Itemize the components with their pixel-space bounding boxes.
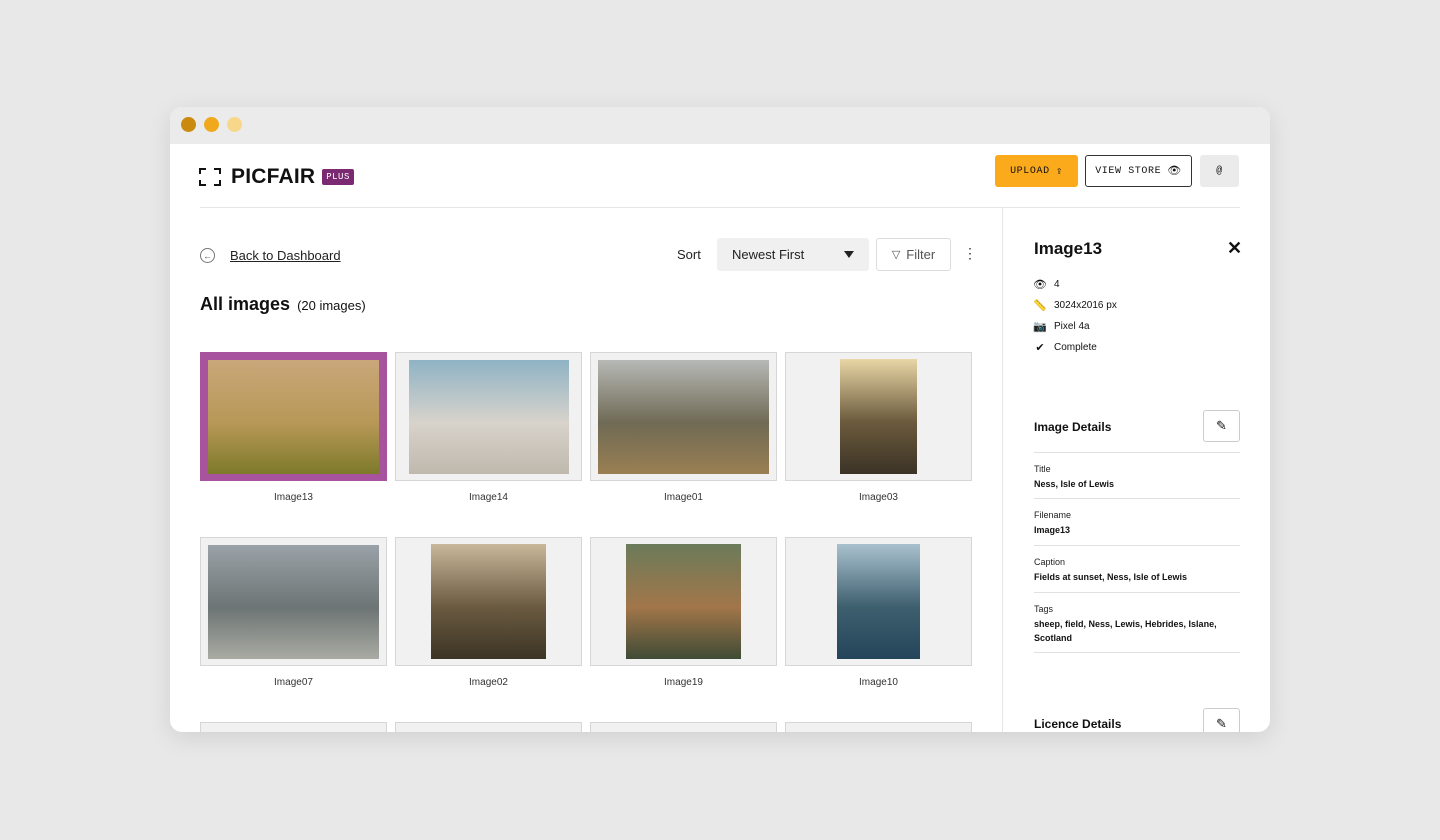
close-icon[interactable]: ✕ bbox=[1227, 238, 1242, 259]
back-link-label: Back to Dashboard bbox=[230, 248, 341, 263]
field-label: Title bbox=[1034, 464, 1051, 474]
window-minimize-dot[interactable] bbox=[204, 117, 219, 132]
edit-licence-details-button[interactable]: ✎ bbox=[1203, 708, 1240, 732]
image-card[interactable] bbox=[785, 722, 972, 732]
image-thumbnail bbox=[598, 360, 769, 474]
image-card[interactable] bbox=[395, 352, 582, 481]
field-label: Tags bbox=[1034, 604, 1054, 614]
image-thumbnail bbox=[837, 544, 920, 659]
field-filename: Filename Image13 bbox=[1034, 498, 1240, 537]
app-window: PICFAIR PLUS UPLOAD ⇪ VIEW STORE 👁 @ ← B… bbox=[170, 107, 1270, 732]
back-to-dashboard[interactable]: ← Back to Dashboard bbox=[200, 248, 341, 263]
image-card[interactable] bbox=[395, 722, 582, 732]
field-label: Caption bbox=[1034, 557, 1066, 567]
logo[interactable]: PICFAIR PLUS bbox=[199, 165, 354, 189]
pencil-icon: ✎ bbox=[1216, 716, 1227, 731]
image-card[interactable] bbox=[590, 352, 777, 481]
gallery-title: All images bbox=[200, 294, 291, 314]
sort-label: Sort bbox=[677, 247, 701, 262]
plus-badge: PLUS bbox=[322, 169, 354, 185]
camera-value: Pixel 4a bbox=[1054, 320, 1090, 332]
panel-divider bbox=[1002, 208, 1003, 732]
more-options-icon[interactable]: ⋮ bbox=[963, 245, 977, 262]
field-caption: Caption Fields at sunset, Ness, Isle of … bbox=[1034, 545, 1240, 584]
image-card[interactable] bbox=[590, 537, 777, 666]
filter-icon: ▽ bbox=[891, 249, 901, 261]
header-divider bbox=[200, 207, 1240, 208]
status-meta: ✔ Complete bbox=[1034, 341, 1097, 354]
arrow-left-icon: ← bbox=[200, 248, 215, 263]
field-value: Ness, Isle of Lewis bbox=[1034, 479, 1115, 489]
filter-label: Filter bbox=[906, 247, 936, 262]
field-value: Fields at sunset, Ness, Isle of Lewis bbox=[1034, 572, 1188, 582]
logo-frame-icon bbox=[199, 168, 221, 186]
image-card[interactable] bbox=[785, 352, 972, 481]
window-titlebar bbox=[170, 107, 1270, 144]
image-grid: Image13 Image14 Image01 Image03 Image07 Image… bbox=[200, 352, 973, 732]
image-label: Image01 bbox=[664, 492, 703, 503]
image-thumbnail bbox=[208, 545, 379, 659]
image-thumbnail bbox=[840, 359, 917, 474]
views-meta: 👁 4 bbox=[1033, 278, 1060, 291]
field-label: Filename bbox=[1034, 510, 1072, 520]
image-card[interactable] bbox=[590, 722, 777, 732]
image-card[interactable] bbox=[200, 352, 387, 481]
image-thumbnail bbox=[409, 360, 569, 474]
app-header: PICFAIR PLUS UPLOAD ⇪ VIEW STORE 👁 @ bbox=[170, 144, 1270, 208]
upload-icon: ⇪ bbox=[1055, 166, 1063, 178]
image-card[interactable] bbox=[395, 537, 582, 666]
edit-image-details-button[interactable]: ✎ bbox=[1203, 410, 1240, 442]
camera-meta: 📷 Pixel 4a bbox=[1033, 320, 1090, 333]
field-tags: Tags sheep, field, Ness, Lewis, Hebrides… bbox=[1034, 592, 1240, 645]
image-label: Image13 bbox=[274, 492, 313, 503]
status-value: Complete bbox=[1054, 341, 1097, 353]
logo-text: PICFAIR bbox=[231, 165, 316, 188]
licence-details-title: Licence Details bbox=[1034, 717, 1122, 731]
image-label: Image03 bbox=[859, 492, 898, 503]
dimensions-value: 3024x2016 px bbox=[1054, 299, 1117, 311]
image-thumbnail bbox=[208, 360, 379, 474]
user-menu-button[interactable]: @ bbox=[1200, 155, 1239, 187]
image-card[interactable] bbox=[200, 722, 387, 732]
details-title: Image13 bbox=[1034, 239, 1103, 258]
image-label: Image19 bbox=[664, 677, 703, 688]
view-store-button[interactable]: VIEW STORE 👁 bbox=[1085, 155, 1192, 187]
pencil-icon: ✎ bbox=[1216, 418, 1227, 433]
image-count: (20 images) bbox=[297, 298, 366, 313]
upload-button[interactable]: UPLOAD ⇪ bbox=[995, 155, 1078, 187]
window-maximize-dot[interactable] bbox=[227, 117, 242, 132]
image-details-title: Image Details bbox=[1034, 420, 1112, 434]
sort-select[interactable]: Newest First bbox=[717, 238, 869, 271]
window-close-dot[interactable] bbox=[181, 117, 196, 132]
image-label: Image02 bbox=[469, 677, 508, 688]
upload-label: UPLOAD bbox=[1010, 165, 1050, 177]
image-thumbnail bbox=[626, 544, 741, 659]
ruler-icon: 📏 bbox=[1033, 299, 1047, 312]
eye-icon: 👁 bbox=[1167, 166, 1182, 178]
check-circle-icon: ✔ bbox=[1035, 341, 1045, 354]
image-label: Image14 bbox=[469, 492, 508, 503]
eye-icon: 👁 bbox=[1033, 278, 1047, 291]
filter-button[interactable]: ▽ Filter bbox=[876, 238, 951, 271]
user-icon: @ bbox=[1216, 165, 1223, 177]
caret-down-icon bbox=[844, 251, 854, 258]
page-title: All images (20 images) bbox=[200, 294, 366, 315]
field-divider bbox=[1034, 652, 1240, 653]
views-value: 4 bbox=[1054, 278, 1060, 290]
image-label: Image07 bbox=[274, 677, 313, 688]
image-thumbnail bbox=[431, 544, 546, 659]
camera-icon: 📷 bbox=[1033, 320, 1047, 333]
field-title: Title Ness, Isle of Lewis bbox=[1034, 452, 1240, 491]
view-store-label: VIEW STORE bbox=[1095, 165, 1162, 177]
dimensions-meta: 📏 3024x2016 px bbox=[1033, 299, 1117, 312]
image-card[interactable] bbox=[785, 537, 972, 666]
image-card[interactable] bbox=[200, 537, 387, 666]
image-label: Image10 bbox=[859, 677, 898, 688]
sort-value: Newest First bbox=[732, 247, 805, 262]
field-value: Image13 bbox=[1034, 525, 1071, 535]
field-value: sheep, field, Ness, Lewis, Hebrides, Isl… bbox=[1034, 619, 1217, 643]
